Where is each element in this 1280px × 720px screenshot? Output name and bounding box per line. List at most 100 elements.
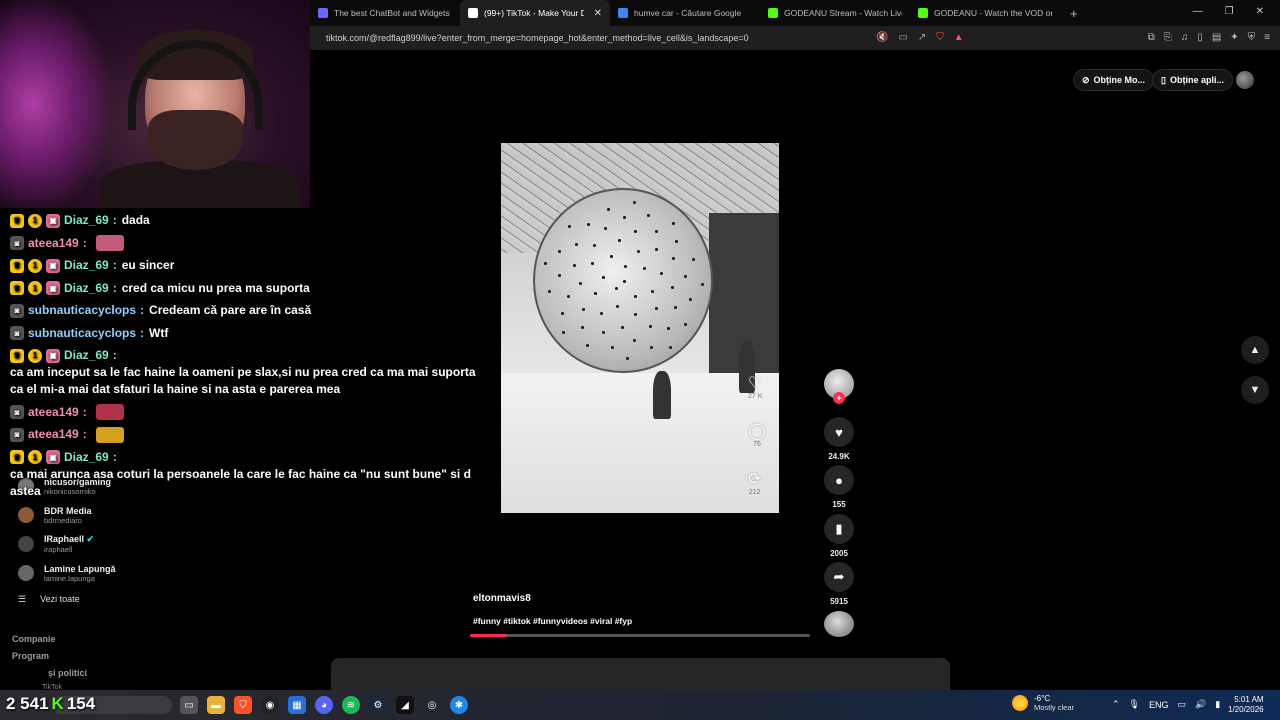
- brave-icon[interactable]: ⛉: [234, 696, 252, 714]
- kick-icon: K: [51, 694, 64, 713]
- steam-icon[interactable]: ⚙: [369, 696, 387, 714]
- obs-icon[interactable]: ◉: [261, 696, 279, 714]
- tab-favicon-icon: [468, 8, 478, 18]
- tray-expand-icon[interactable]: ⌃: [1112, 699, 1120, 710]
- browser-tab[interactable]: GODEANU - Watch the VOD on Kick: [910, 0, 1060, 26]
- browser-tab[interactable]: The best ChatBot and Widgets for K: [310, 0, 460, 26]
- ai-icon[interactable]: ✦: [1230, 32, 1238, 43]
- task-view-icon[interactable]: ▭: [180, 696, 198, 714]
- battery-icon[interactable]: ▮: [1215, 699, 1220, 710]
- chat-separator: :: [82, 427, 87, 441]
- chat-emote-image: [95, 426, 124, 443]
- chat-username[interactable]: subnauticacyclops: [28, 302, 136, 319]
- brave-shield-icon[interactable]: ⛉: [936, 32, 944, 43]
- chat-separator: :: [112, 280, 117, 295]
- share-arrow-icon[interactable]: ➦: [824, 562, 854, 592]
- media-icon[interactable]: ♫: [1181, 32, 1189, 43]
- stream-stats: 2 541 K 154: [6, 694, 95, 714]
- sidebar-icon[interactable]: ▯: [1197, 32, 1203, 43]
- chat-username[interactable]: ateea149: [28, 426, 79, 443]
- taskbar-clock[interactable]: 5:01 AM 1/20/2026: [1228, 695, 1264, 715]
- comment-panel[interactable]: [331, 658, 950, 694]
- overlay-like: ♡ 27 K: [748, 373, 762, 400]
- policies-link[interactable]: și politici: [48, 668, 87, 678]
- video-progress-bar[interactable]: [470, 634, 810, 637]
- caption-hashtags[interactable]: #funny #tiktok #funnyvideos #viral #fyp: [473, 616, 632, 626]
- see-all-link[interactable]: ☰ Vezi toate: [18, 594, 80, 605]
- chat-username[interactable]: Diaz_69: [64, 449, 109, 466]
- close-window-button[interactable]: ✕: [1256, 6, 1264, 17]
- share-action[interactable]: ➦ 5915: [824, 562, 854, 606]
- chat-username[interactable]: ateea149: [28, 404, 79, 421]
- url-text[interactable]: tiktok.com/@redflag899/live?enter_from_m…: [326, 33, 749, 43]
- screenshot-icon[interactable]: ⎘: [1164, 32, 1172, 43]
- get-app-button[interactable]: ▯ Obține apli...: [1152, 69, 1233, 91]
- store-icon[interactable]: ▦: [288, 696, 306, 714]
- profile-avatar[interactable]: [1236, 71, 1254, 89]
- save-action[interactable]: ▮ 2005: [824, 514, 854, 558]
- file-explorer-icon[interactable]: ▬: [207, 696, 225, 714]
- gift-badge-icon: ▣: [46, 450, 60, 464]
- following-item[interactable]: IRaphaell ✔ iraphaell: [18, 530, 94, 558]
- app-icon[interactable]: ✱: [450, 696, 468, 714]
- browser-tab[interactable]: GODEANU Stream - Watch Live on Ki: [760, 0, 910, 26]
- following-handle: lamine.lapunga: [44, 573, 95, 583]
- github-icon[interactable]: ◎: [423, 696, 441, 714]
- follow-plus-button[interactable]: +: [833, 392, 845, 404]
- heart-icon[interactable]: ♥: [824, 417, 854, 447]
- next-video-button[interactable]: ▼: [1241, 376, 1269, 404]
- chat-username[interactable]: Diaz_69: [64, 280, 109, 297]
- capcut-icon[interactable]: ◢: [396, 696, 414, 714]
- page-action-icons: 🔇 ▭ ↗ ⛉ ▲: [876, 32, 964, 43]
- browser-tab[interactable]: humve car - Căutare Google: [610, 0, 760, 26]
- spotify-icon[interactable]: ≋: [342, 696, 360, 714]
- wallet-icon[interactable]: ▤: [1212, 32, 1221, 43]
- chat-username[interactable]: subnauticacyclops: [28, 325, 136, 342]
- following-item[interactable]: BDR Media bdrmediaro: [18, 501, 92, 529]
- close-tab-icon[interactable]: ✕: [594, 8, 602, 19]
- chat-text: Wtf: [149, 325, 169, 340]
- chat-username[interactable]: Diaz_69: [64, 347, 109, 364]
- volume-icon[interactable]: 🔊: [1195, 699, 1206, 710]
- weather-widget[interactable]: -6°C Mostly clear: [1012, 694, 1074, 712]
- tab-favicon-icon: [318, 8, 328, 18]
- program-link[interactable]: Program: [12, 651, 49, 661]
- clock-time: 5:01 AM: [1234, 695, 1264, 704]
- share-count: 5915: [830, 597, 848, 606]
- brave-rewards-icon[interactable]: ▲: [954, 32, 964, 43]
- network-icon[interactable]: ▭: [1178, 699, 1187, 710]
- following-item[interactable]: Lamine Lapungă lamine.lapunga: [18, 559, 116, 587]
- chat-text: ca am inceput sa le fac haine la oameni …: [10, 365, 476, 396]
- menu-icon[interactable]: ≡: [1264, 32, 1270, 43]
- microphone-icon[interactable]: 🎙: [1129, 699, 1140, 710]
- minimize-button[interactable]: —: [1193, 6, 1203, 17]
- previous-video-button[interactable]: ▲: [1241, 336, 1269, 364]
- company-link[interactable]: Companie: [12, 634, 56, 644]
- mute-icon[interactable]: 🔇: [876, 32, 888, 43]
- following-name: BDR Media: [44, 505, 92, 516]
- maximize-button[interactable]: ❐: [1225, 6, 1234, 17]
- browser-tab[interactable]: (99+) TikTok - Make Your Day ✕: [460, 0, 610, 26]
- share-icon[interactable]: ↗: [918, 32, 926, 43]
- comment-icon[interactable]: ●: [824, 465, 854, 495]
- language-indicator[interactable]: ENG: [1149, 700, 1169, 710]
- chat-username[interactable]: ateea149: [28, 235, 79, 252]
- chat-username[interactable]: Diaz_69: [64, 257, 109, 274]
- video-player[interactable]: ♡ 27 K ◯ 76 ⟳ 212: [501, 143, 779, 513]
- cast-icon[interactable]: ▭: [898, 32, 907, 43]
- music-disc-avatar[interactable]: [824, 611, 854, 637]
- bookmark-icon[interactable]: ▮: [824, 514, 854, 544]
- verified-icon: ✔: [86, 534, 95, 544]
- discord-icon[interactable]: ◕: [315, 696, 333, 714]
- vpn-icon[interactable]: ⛨: [1248, 32, 1256, 43]
- get-coins-button[interactable]: ⊘ Obține Mo...: [1073, 69, 1155, 91]
- address-bar[interactable]: tiktok.com/@redflag899/live?enter_from_m…: [310, 26, 1280, 50]
- comment-action[interactable]: ● 155: [824, 465, 854, 509]
- extensions-icon[interactable]: ⧉: [1148, 32, 1155, 43]
- overlay-share-count: 212: [748, 489, 761, 496]
- caption-username[interactable]: eltonmavis8: [473, 593, 531, 604]
- like-action[interactable]: ♥ 24.9K: [824, 417, 854, 461]
- new-tab-button[interactable]: +: [1070, 6, 1078, 21]
- chat-username[interactable]: Diaz_69: [64, 212, 109, 229]
- get-app-label: Obține apli...: [1169, 75, 1224, 85]
